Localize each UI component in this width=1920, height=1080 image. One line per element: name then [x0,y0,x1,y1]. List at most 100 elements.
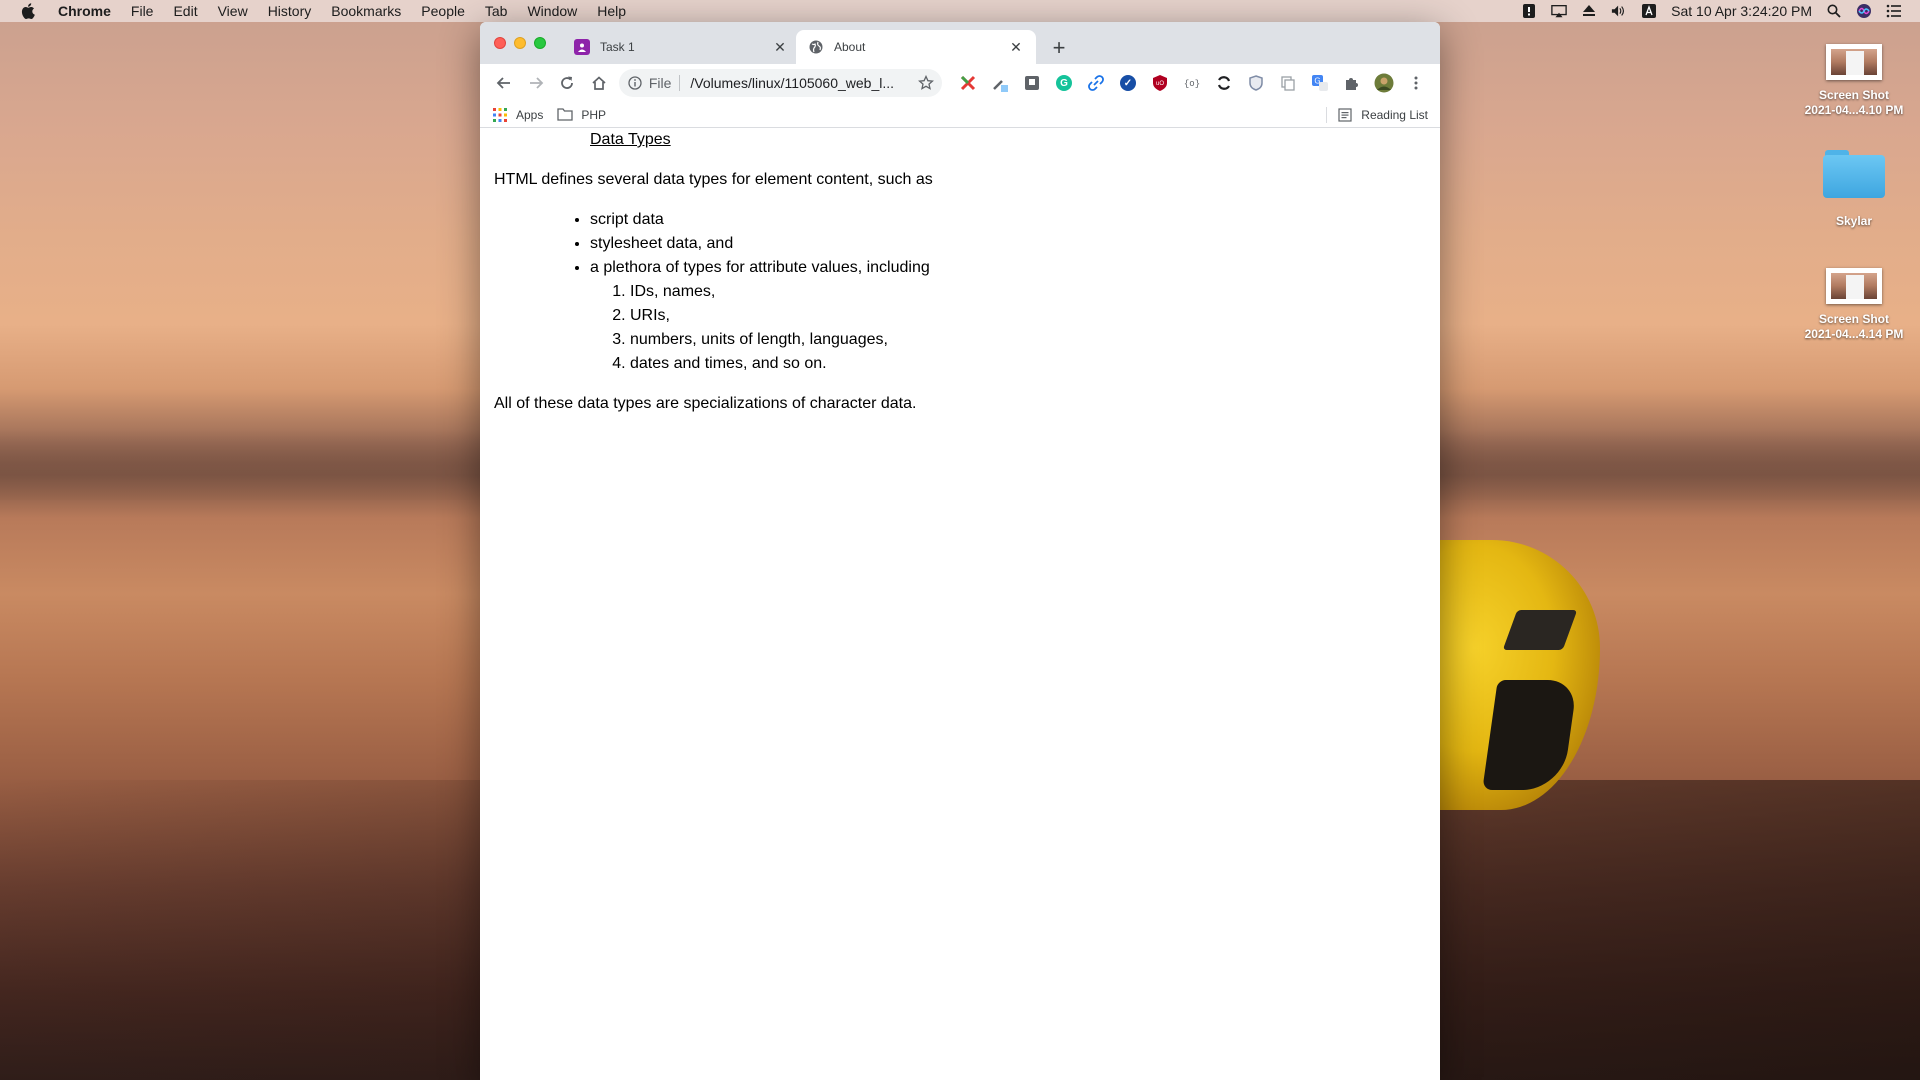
profile-avatar[interactable] [1368,69,1400,97]
reading-list-button[interactable]: Reading List [1326,106,1428,123]
shield-extension-icon[interactable] [1240,69,1272,97]
site-info-icon[interactable] [627,75,643,91]
url-text[interactable]: /Volumes/linux/1105060_web_l... [690,75,916,91]
apple-icon[interactable] [20,3,36,19]
menu-tab[interactable]: Tab [475,3,518,19]
list-item: dates and times, and so on. [630,352,1426,376]
home-button[interactable] [583,69,615,97]
notification-center-icon[interactable] [1886,4,1902,18]
box-extension-icon[interactable] [1016,69,1048,97]
eject-icon[interactable] [1581,4,1597,18]
desktop-icon-screenshot-1[interactable]: Screen Shot 2021-04...4.10 PM [1794,44,1914,118]
attribute-types-list: IDs, names, URIs, numbers, units of leng… [590,280,1426,376]
list-item: a plethora of types for attribute values… [590,256,1426,376]
chrome-menu-icon[interactable] [1400,69,1432,97]
menu-edit[interactable]: Edit [163,3,207,19]
extensions-area: G ✓ uO {o} G [952,69,1432,97]
screenshot-thumbnail-icon [1826,268,1882,304]
tab-strip: Task 1 ✕ About ✕ + [480,22,1440,64]
ublock-extension-icon[interactable]: uO [1144,69,1176,97]
chrome-window: Task 1 ✕ About ✕ + File /Volumes/linux/1… [480,22,1440,1080]
screenshot-thumbnail-icon [1826,44,1882,80]
eyedropper-extension-icon[interactable] [984,69,1016,97]
new-tab-button[interactable]: + [1046,35,1072,61]
menubar-status-area: Sat 10 Apr 3:24:20 PM [1521,3,1920,19]
bookmark-label: PHP [581,107,607,122]
menu-history[interactable]: History [258,3,322,19]
bookmark-apps[interactable]: Apps [492,107,543,123]
menu-app-name[interactable]: Chrome [48,3,121,19]
back-button[interactable] [488,69,520,97]
bookmark-star-icon[interactable] [916,73,936,93]
x-extension-icon[interactable] [952,69,984,97]
desktop-icon-label: Screen Shot [1818,312,1890,326]
menu-help[interactable]: Help [587,3,636,19]
data-types-link[interactable]: Data Types [590,128,1426,152]
minimize-window-button[interactable] [514,37,526,49]
airplay-icon[interactable] [1551,4,1567,18]
volume-icon[interactable] [1611,4,1627,18]
copy-extension-icon[interactable] [1272,69,1304,97]
classroom-icon [574,39,590,55]
close-tab-icon[interactable]: ✕ [772,39,788,55]
close-tab-icon[interactable]: ✕ [1008,39,1024,55]
macos-menubar: Chrome File Edit View History Bookmarks … [0,0,1920,22]
list-item: stylesheet data, and [590,232,1426,256]
close-window-button[interactable] [494,37,506,49]
desktop-icon-label: Screen Shot [1818,88,1890,102]
apps-grid-icon [492,107,508,123]
link-extension-icon[interactable] [1080,69,1112,97]
svg-text:{o}: {o} [1184,79,1200,89]
tab-about[interactable]: About ✕ [796,30,1036,64]
closing-paragraph: All of these data types are specializati… [494,395,917,412]
reading-list-icon [1337,107,1353,123]
menu-file[interactable]: File [121,3,164,19]
battery-alert-icon[interactable] [1521,4,1537,18]
reading-list-label: Reading List [1361,107,1428,122]
browser-toolbar: File /Volumes/linux/1105060_web_l... G ✓… [480,64,1440,102]
desktop-icon-sublabel: 2021-04...4.10 PM [1804,103,1904,117]
desktop-icon-label: Skylar [1835,214,1873,228]
svg-text:uO: uO [1156,81,1164,87]
globe-icon [808,39,824,55]
siri-icon[interactable] [1856,4,1872,18]
puzzle-extension-icon[interactable] [1336,69,1368,97]
desktop-icon-screenshot-2[interactable]: Screen Shot 2021-04...4.14 PM [1794,268,1914,342]
tab-task-1[interactable]: Task 1 ✕ [562,30,800,64]
desktop-icon-sublabel: 2021-04...4.14 PM [1804,327,1904,341]
menu-view[interactable]: View [208,3,258,19]
zoom-window-button[interactable] [534,37,546,49]
data-types-list: script data stylesheet data, and a pleth… [494,208,1426,376]
list-item: script data [590,208,1426,232]
bookmarks-bar: Apps PHP Reading List [480,102,1440,128]
tab-title: About [834,40,866,54]
spotlight-search-icon[interactable] [1826,4,1842,18]
list-item: IDs, names, [630,280,1426,304]
translate-extension-icon[interactable]: G [1304,69,1336,97]
bookmark-label: Apps [516,107,544,122]
menu-people[interactable]: People [411,3,475,19]
list-item-text: a plethora of types for attribute values… [590,259,930,276]
refresh-extension-icon[interactable] [1208,69,1240,97]
bookmark-php-folder[interactable]: PHP [557,107,606,123]
url-scheme-label: File [649,75,681,91]
menubar-clock[interactable]: Sat 10 Apr 3:24:20 PM [1671,3,1812,19]
tab-title: Task 1 [600,40,635,54]
menu-window[interactable]: Window [517,3,587,19]
page-content: Data Types HTML defines several data typ… [480,128,1440,416]
menu-bookmarks[interactable]: Bookmarks [321,3,411,19]
intro-paragraph: HTML defines several data types for elem… [494,171,933,188]
window-controls [494,37,546,49]
list-item: numbers, units of length, languages, [630,328,1426,352]
reload-button[interactable] [551,69,583,97]
address-bar[interactable]: File /Volumes/linux/1105060_web_l... [618,69,942,97]
json-extension-icon[interactable]: {o} [1176,69,1208,97]
desktop-icon-folder[interactable]: Skylar [1794,150,1914,229]
grammarly-extension-icon[interactable]: G [1048,69,1080,97]
forward-button[interactable] [520,69,552,97]
list-item: URIs, [630,304,1426,328]
input-source-icon[interactable] [1641,4,1657,18]
folder-icon [1823,150,1885,198]
check-extension-icon[interactable]: ✓ [1112,69,1144,97]
folder-icon [557,107,574,123]
